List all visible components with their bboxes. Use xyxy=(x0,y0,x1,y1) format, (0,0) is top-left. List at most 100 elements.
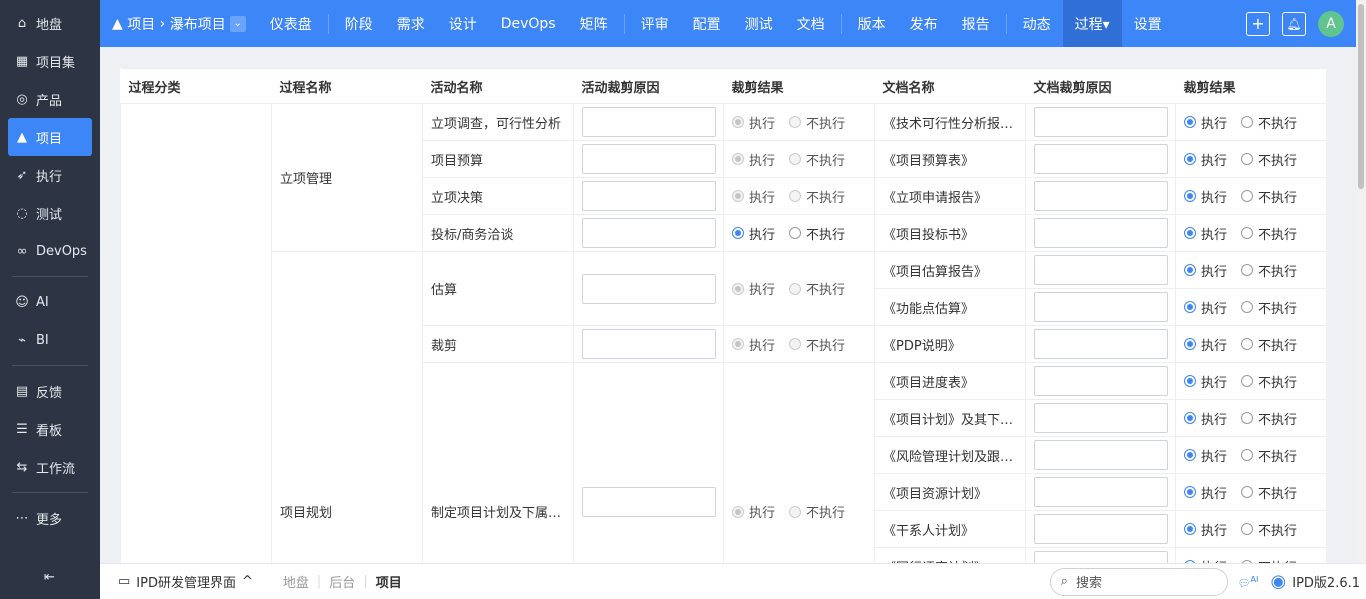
document-reason-input[interactable] xyxy=(1034,218,1168,248)
radio-unchecked-icon[interactable] xyxy=(1241,153,1254,165)
nav-item-6[interactable]: 矩阵 xyxy=(568,0,620,47)
sidebar-item-8[interactable]: ☺ AI xyxy=(0,283,100,321)
radio-unchecked-icon[interactable] xyxy=(1241,301,1254,313)
radio-not-execute[interactable]: 不执行 xyxy=(1241,483,1297,502)
radio-unchecked-icon[interactable] xyxy=(1241,375,1254,387)
radio-unchecked-icon[interactable] xyxy=(1241,227,1254,239)
activity-reason-input[interactable] xyxy=(582,144,716,174)
radio-checked-icon[interactable] xyxy=(1184,190,1196,202)
radio-execute[interactable]: 执行 xyxy=(1184,261,1227,280)
activity-reason-input[interactable] xyxy=(582,487,716,517)
radio-not-execute[interactable]: 不执行 xyxy=(789,224,845,243)
radio-execute[interactable]: 执行 xyxy=(1184,520,1227,539)
radio-checked-icon[interactable] xyxy=(732,116,744,128)
sidebar-item-15[interactable]: ⋯ 更多 xyxy=(0,499,100,537)
execute-radio-group[interactable]: 执行 不执行 xyxy=(1184,483,1318,502)
radio-execute[interactable]: 执行 xyxy=(1184,187,1227,206)
ai-chat-icon[interactable]: 💬︎AI xyxy=(1238,574,1259,589)
radio-unchecked-icon[interactable] xyxy=(1241,523,1254,535)
radio-checked-icon[interactable] xyxy=(732,153,744,165)
execute-radio-group[interactable]: 执行 不执行 xyxy=(732,187,866,206)
radio-not-execute[interactable]: 不执行 xyxy=(1241,187,1297,206)
sidebar-item-3[interactable]: ▲ 项目 xyxy=(8,118,92,156)
execute-radio-group[interactable]: 执行 不执行 xyxy=(1184,335,1318,354)
radio-execute[interactable]: 执行 xyxy=(1184,483,1227,502)
execute-radio-group[interactable]: 执行 不执行 xyxy=(1184,224,1318,243)
radio-not-execute[interactable]: 不执行 xyxy=(1241,224,1297,243)
radio-not-execute[interactable]: 不执行 xyxy=(1241,409,1297,428)
radio-unchecked-icon[interactable] xyxy=(789,338,802,350)
radio-checked-icon[interactable] xyxy=(1184,153,1196,165)
radio-checked-icon[interactable] xyxy=(1184,486,1196,498)
execute-radio-group[interactable]: 执行 不执行 xyxy=(1184,261,1318,280)
activity-reason-input[interactable] xyxy=(582,218,716,248)
radio-unchecked-icon[interactable] xyxy=(1241,338,1254,350)
radio-execute[interactable]: 执行 xyxy=(1184,113,1227,132)
breadcrumb[interactable]: ▲ 项目 › 瀑布项目 ⌄ xyxy=(100,0,258,47)
search-input[interactable]: ⌕ 搜索 xyxy=(1049,567,1228,596)
activity-reason-input[interactable] xyxy=(582,181,716,211)
radio-not-execute[interactable]: 不执行 xyxy=(789,187,845,206)
radio-not-execute[interactable]: 不执行 xyxy=(1241,335,1297,354)
execute-radio-group[interactable]: 执行 不执行 xyxy=(1184,409,1318,428)
radio-unchecked-icon[interactable] xyxy=(1241,412,1254,424)
radio-not-execute[interactable]: 不执行 xyxy=(1241,446,1297,465)
document-reason-input[interactable] xyxy=(1034,329,1168,359)
activity-reason-input[interactable] xyxy=(582,273,716,304)
radio-not-execute[interactable]: 不执行 xyxy=(789,502,845,521)
radio-execute[interactable]: 执行 xyxy=(1184,335,1227,354)
radio-not-execute[interactable]: 不执行 xyxy=(1241,150,1297,169)
document-reason-input[interactable] xyxy=(1034,181,1168,211)
radio-checked-icon[interactable] xyxy=(1184,412,1196,424)
radio-unchecked-icon[interactable] xyxy=(1241,116,1254,128)
document-reason-input[interactable] xyxy=(1034,366,1168,396)
sidebar-item-5[interactable]: ◌ 测试 xyxy=(0,194,100,232)
radio-checked-icon[interactable] xyxy=(732,190,744,202)
radio-execute[interactable]: 执行 xyxy=(732,187,775,206)
execute-radio-group[interactable]: 执行 不执行 xyxy=(732,113,866,132)
radio-execute[interactable]: 执行 xyxy=(732,150,775,169)
document-reason-input[interactable] xyxy=(1034,107,1168,137)
execute-radio-group[interactable]: 执行 不执行 xyxy=(1184,372,1318,391)
radio-unchecked-icon[interactable] xyxy=(789,153,802,165)
radio-unchecked-icon[interactable] xyxy=(789,505,802,518)
execute-radio-group[interactable]: 执行 不执行 xyxy=(732,279,866,298)
radio-unchecked-icon[interactable] xyxy=(789,282,802,295)
radio-checked-icon[interactable] xyxy=(1184,523,1196,535)
execute-radio-group[interactable]: 执行 不执行 xyxy=(732,335,866,354)
nav-item-8[interactable]: 评审 xyxy=(629,0,681,47)
document-reason-input[interactable] xyxy=(1034,144,1168,174)
document-reason-input[interactable] xyxy=(1034,440,1168,470)
execute-radio-group[interactable]: 执行 不执行 xyxy=(1184,298,1318,317)
execute-radio-group[interactable]: 执行 不执行 xyxy=(732,502,866,521)
nav-item-0[interactable]: 仪表盘 xyxy=(258,0,324,47)
radio-not-execute[interactable]: 不执行 xyxy=(1241,113,1297,132)
collapse-sidebar-icon[interactable]: ⇤ xyxy=(44,570,55,585)
radio-checked-icon[interactable] xyxy=(732,338,744,350)
radio-not-execute[interactable]: 不执行 xyxy=(1241,372,1297,391)
radio-checked-icon[interactable] xyxy=(1184,375,1196,387)
radio-execute[interactable]: 执行 xyxy=(1184,372,1227,391)
document-reason-input[interactable] xyxy=(1034,292,1168,322)
nav-item-15[interactable]: 报告 xyxy=(950,0,1002,47)
radio-unchecked-icon[interactable] xyxy=(789,116,802,128)
nav-item-19[interactable]: 设置 xyxy=(1122,0,1174,47)
execute-radio-group[interactable]: 执行 不执行 xyxy=(1184,150,1318,169)
radio-checked-icon[interactable] xyxy=(1184,301,1196,313)
breadcrumb-root[interactable]: 项目 xyxy=(127,14,155,34)
sidebar-item-12[interactable]: ☰ 看板 xyxy=(0,410,100,448)
radio-unchecked-icon[interactable] xyxy=(1241,264,1254,276)
nav-item-2[interactable]: 阶段 xyxy=(333,0,385,47)
footer-crumb-admin[interactable]: 后台 xyxy=(321,572,363,591)
sidebar-item-0[interactable]: ⌂ 地盘 xyxy=(0,4,100,42)
radio-checked-icon[interactable] xyxy=(732,227,744,239)
radio-execute[interactable]: 执行 xyxy=(1184,150,1227,169)
radio-not-execute[interactable]: 不执行 xyxy=(789,279,845,298)
radio-execute[interactable]: 执行 xyxy=(1184,224,1227,243)
nav-item-14[interactable]: 发布 xyxy=(898,0,950,47)
radio-unchecked-icon[interactable] xyxy=(789,190,802,202)
radio-checked-icon[interactable] xyxy=(732,282,744,295)
radio-checked-icon[interactable] xyxy=(1184,264,1196,276)
sidebar-item-13[interactable]: ⇆ 工作流 xyxy=(0,448,100,486)
radio-execute[interactable]: 执行 xyxy=(1184,409,1227,428)
